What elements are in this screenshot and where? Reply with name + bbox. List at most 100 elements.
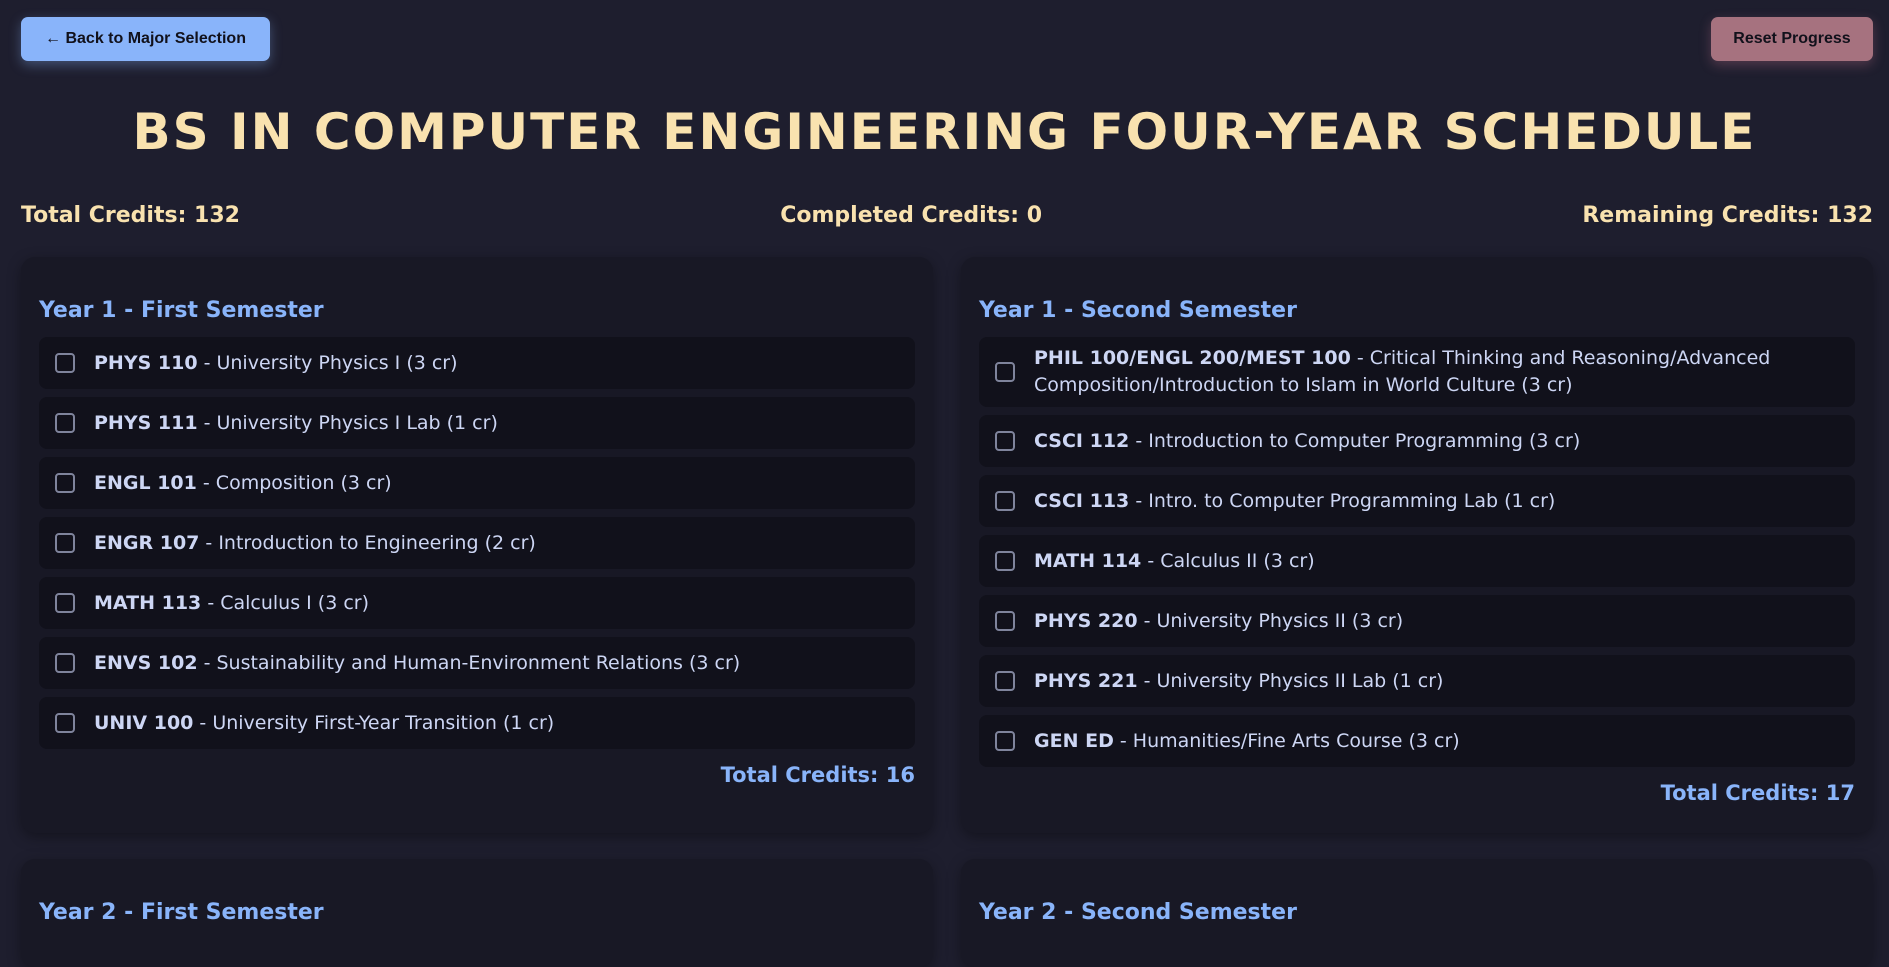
course-description: University First-Year Transition (1 cr) xyxy=(212,711,555,734)
course-description: Introduction to Engineering (2 cr) xyxy=(218,531,536,554)
course-checkbox[interactable] xyxy=(55,533,75,553)
course-item[interactable]: MATH 114 - Calculus II (3 cr) xyxy=(979,535,1855,587)
course-item[interactable]: PHIL 100/ENGL 200/MEST 100 - Critical Th… xyxy=(979,337,1855,407)
course-code: PHIL 100/ENGL 200/MEST 100 xyxy=(1034,347,1351,369)
course-separator: - xyxy=(196,471,216,494)
course-text: PHYS 221 - University Physics II Lab (1 … xyxy=(1034,668,1443,695)
course-item[interactable]: UNIV 100 - University First-Year Transit… xyxy=(39,697,915,749)
back-to-major-selection-button[interactable]: ← Back to Major Selection xyxy=(21,17,270,61)
course-description: University Physics II (3 cr) xyxy=(1156,609,1404,632)
course-code: PHYS 221 xyxy=(1034,669,1138,692)
course-item[interactable]: CSCI 113 - Intro. to Computer Programmin… xyxy=(979,475,1855,527)
semester-grid: Year 1 - First Semester PHYS 110 - Univer… xyxy=(21,257,1873,967)
course-item[interactable]: MATH 113 - Calculus I (3 cr) xyxy=(39,577,915,629)
course-checkbox[interactable] xyxy=(55,473,75,493)
course-separator: - xyxy=(1129,489,1149,512)
course-description: Introduction to Computer Programming (3 … xyxy=(1148,429,1581,452)
course-code: PHYS 110 xyxy=(94,351,198,374)
total-credits-stat: Total Credits: 132 xyxy=(21,203,240,228)
course-checkbox[interactable] xyxy=(55,653,75,673)
remaining-credits-stat: Remaining Credits: 132 xyxy=(1582,203,1873,228)
semester-title: Year 2 - First Semester xyxy=(39,900,324,925)
course-text: PHIL 100/ENGL 200/MEST 100 - Critical Th… xyxy=(1034,345,1837,399)
course-item[interactable]: ENGR 107 - Introduction to Engineering (… xyxy=(39,517,915,569)
course-description: Calculus I (3 cr) xyxy=(220,591,370,614)
semester-title: Year 1 - Second Semester xyxy=(979,298,1297,323)
course-text: MATH 114 - Calculus II (3 cr) xyxy=(1034,548,1315,575)
course-separator: - xyxy=(197,411,217,434)
course-separator: - xyxy=(1129,429,1149,452)
course-text: CSCI 112 - Introduction to Computer Prog… xyxy=(1034,428,1580,455)
top-bar: ← Back to Major Selection Reset Progress xyxy=(0,0,1889,80)
course-separator: - xyxy=(1350,347,1370,369)
course-description: University Physics II Lab (1 cr) xyxy=(1156,669,1444,692)
semester-card: Year 1 - First Semester PHYS 110 - Univer… xyxy=(21,257,933,833)
course-separator: - xyxy=(193,711,213,734)
course-item[interactable]: PHYS 221 - University Physics II Lab (1 … xyxy=(979,655,1855,707)
course-text: UNIV 100 - University First-Year Transit… xyxy=(94,710,554,737)
course-code: CSCI 112 xyxy=(1034,429,1130,452)
course-description: Sustainability and Human-Environment Rel… xyxy=(216,651,741,674)
course-code: CSCI 113 xyxy=(1034,489,1130,512)
reset-progress-button[interactable]: Reset Progress xyxy=(1711,17,1873,61)
course-separator: - xyxy=(1137,609,1157,632)
course-separator: - xyxy=(201,591,221,614)
page-title: BS IN COMPUTER ENGINEERING FOUR-YEAR SCH… xyxy=(132,103,1757,161)
course-code: MATH 113 xyxy=(94,591,202,614)
course-text: ENVS 102 - Sustainability and Human-Envi… xyxy=(94,650,740,677)
course-checkbox[interactable] xyxy=(55,593,75,613)
course-text: PHYS 110 - University Physics I (3 cr) xyxy=(94,350,458,377)
course-checkbox[interactable] xyxy=(995,431,1015,451)
course-description: University Physics I Lab (1 cr) xyxy=(216,411,498,434)
course-description: University Physics I (3 cr) xyxy=(216,351,458,374)
course-checkbox[interactable] xyxy=(55,353,75,373)
course-checkbox[interactable] xyxy=(995,671,1015,691)
course-checkbox[interactable] xyxy=(995,362,1015,382)
course-code: PHYS 220 xyxy=(1034,609,1138,632)
course-checkbox[interactable] xyxy=(995,731,1015,751)
course-checkbox[interactable] xyxy=(995,491,1015,511)
completed-credits-stat: Completed Credits: 0 xyxy=(780,203,1043,228)
credit-summary: Total Credits: 132 Completed Credits: 0 … xyxy=(21,203,1873,228)
course-separator: - xyxy=(197,351,217,374)
semester-card: Year 2 - First Semester xyxy=(21,859,933,967)
course-code: MATH 114 xyxy=(1034,549,1142,572)
course-item[interactable]: PHYS 220 - University Physics II (3 cr) xyxy=(979,595,1855,647)
course-text: PHYS 220 - University Physics II (3 cr) xyxy=(1034,608,1403,635)
course-code: ENVS 102 xyxy=(94,651,198,674)
semester-title: Year 2 - Second Semester xyxy=(979,900,1297,925)
course-code: UNIV 100 xyxy=(94,711,194,734)
course-checkbox[interactable] xyxy=(995,551,1015,571)
course-text: ENGR 107 - Introduction to Engineering (… xyxy=(94,530,536,557)
course-text: GEN ED - Humanities/Fine Arts Course (3 … xyxy=(1034,728,1460,755)
course-description: Intro. to Computer Programming Lab (1 cr… xyxy=(1148,489,1556,512)
course-code: ENGR 107 xyxy=(94,531,200,554)
course-text: ENGL 101 - Composition (3 cr) xyxy=(94,470,392,497)
semester-card: Year 2 - Second Semester xyxy=(961,859,1873,967)
course-separator: - xyxy=(1141,549,1161,572)
course-text: PHYS 111 - University Physics I Lab (1 c… xyxy=(94,410,498,437)
course-item[interactable]: PHYS 110 - University Physics I (3 cr) xyxy=(39,337,915,389)
semester-total-credits: Total Credits: 16 xyxy=(720,763,915,787)
course-checkbox[interactable] xyxy=(55,713,75,733)
semester-title: Year 1 - First Semester xyxy=(39,298,324,323)
course-item[interactable]: PHYS 111 - University Physics I Lab (1 c… xyxy=(39,397,915,449)
course-code: GEN ED xyxy=(1034,729,1114,752)
course-item[interactable]: CSCI 112 - Introduction to Computer Prog… xyxy=(979,415,1855,467)
semester-total-credits: Total Credits: 17 xyxy=(1660,781,1855,805)
course-checkbox[interactable] xyxy=(995,611,1015,631)
course-separator: - xyxy=(1137,669,1157,692)
course-text: MATH 113 - Calculus I (3 cr) xyxy=(94,590,369,617)
course-checkbox[interactable] xyxy=(55,413,75,433)
course-description: Calculus II (3 cr) xyxy=(1160,549,1315,572)
course-separator: - xyxy=(199,531,219,554)
semester-card: Year 1 - Second Semester PHIL 100/ENGL 20… xyxy=(961,257,1873,833)
course-item[interactable]: ENGL 101 - Composition (3 cr) xyxy=(39,457,915,509)
course-item[interactable]: GEN ED - Humanities/Fine Arts Course (3 … xyxy=(979,715,1855,767)
course-item[interactable]: ENVS 102 - Sustainability and Human-Envi… xyxy=(39,637,915,689)
course-description: Humanities/Fine Arts Course (3 cr) xyxy=(1132,729,1460,752)
course-text: CSCI 113 - Intro. to Computer Programmin… xyxy=(1034,488,1555,515)
course-separator: - xyxy=(1113,729,1133,752)
course-separator: - xyxy=(197,651,217,674)
course-code: ENGL 101 xyxy=(94,471,197,494)
